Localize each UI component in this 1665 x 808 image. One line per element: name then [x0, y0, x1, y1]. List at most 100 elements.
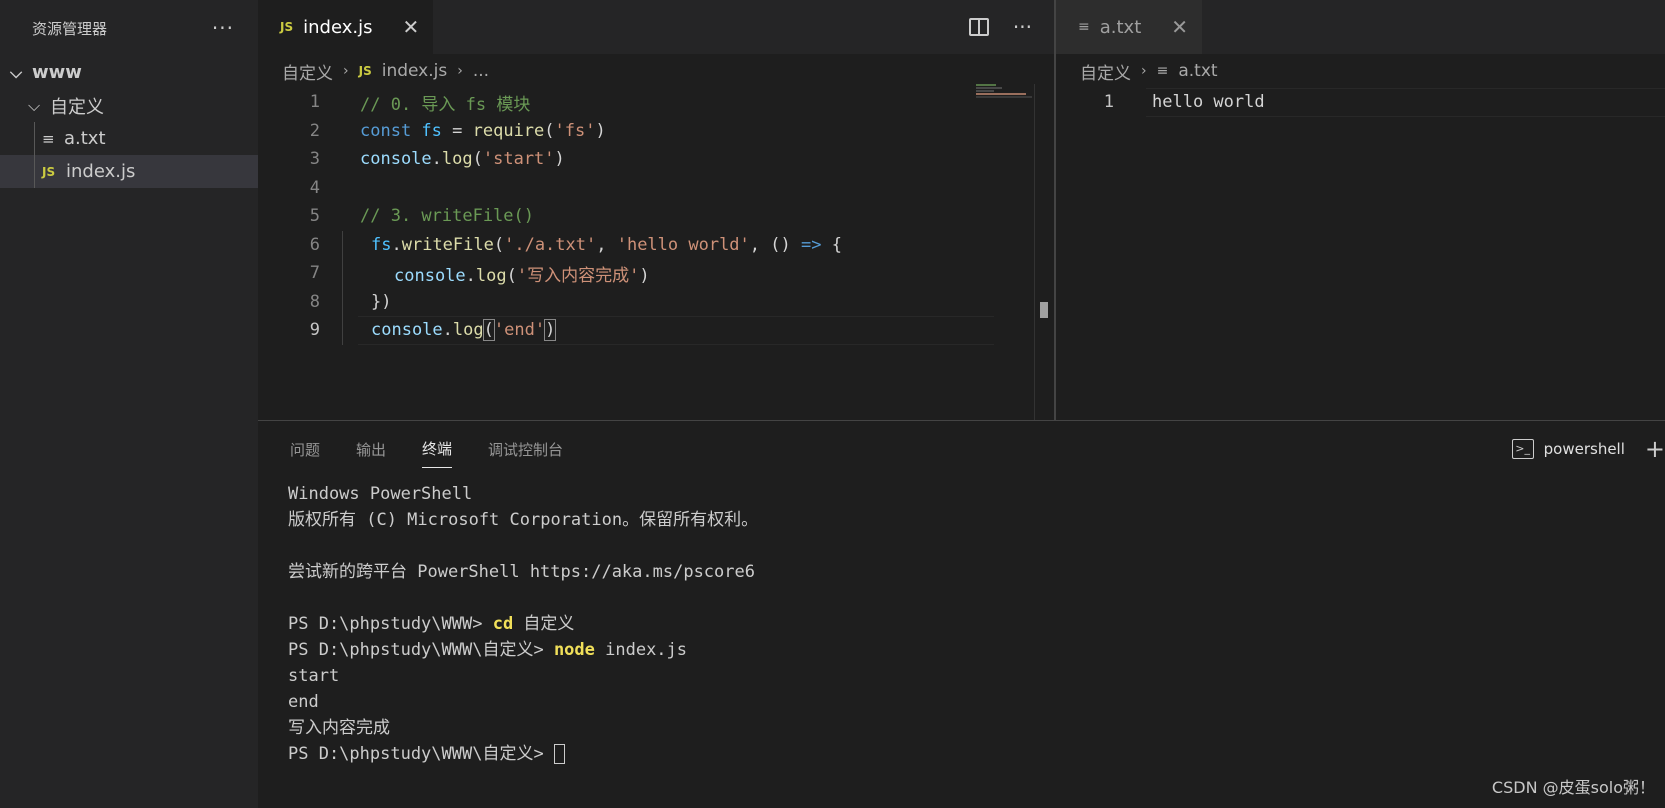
terminal-command: node — [553, 640, 595, 660]
chevron-down-icon: ⌵ — [28, 95, 41, 115]
explorer-sidebar: 资源管理器 ··· ⌵ www ⌵ 自定义 ≡ a.txt JS index.j… — [0, 0, 258, 808]
code-token: , () — [749, 234, 801, 255]
code-line: 1 // 0. 导入 fs 模块 — [258, 88, 1054, 117]
code-token: ( — [506, 265, 517, 286]
tab-output[interactable]: 输出 — [356, 439, 386, 460]
terminal-cursor — [553, 744, 565, 764]
indent-guide — [34, 155, 35, 188]
more-actions-icon[interactable]: ··· — [212, 18, 234, 38]
split-editor-icon[interactable] — [968, 18, 989, 36]
terminal-argument: index.js — [594, 640, 688, 660]
close-icon[interactable]: ✕ — [1171, 15, 1188, 39]
line-number: 4 — [309, 177, 320, 198]
code-token: . — [465, 265, 476, 286]
breadcrumb-folder[interactable]: 自定义 — [1080, 59, 1131, 84]
minimap-line — [976, 90, 994, 92]
code-editor[interactable]: 1 // 0. 导入 fs 模块 2 const fs = require('f… — [258, 88, 1054, 345]
line-number: 2 — [309, 120, 320, 141]
close-icon[interactable]: ✕ — [402, 15, 419, 39]
line-number: 9 — [309, 320, 320, 341]
code-token: . — [431, 149, 442, 170]
code-token: ) — [639, 265, 650, 286]
explorer-title: 资源管理器 — [32, 19, 108, 38]
folder-www[interactable]: ⌵ www — [0, 56, 258, 89]
terminal-line: start — [288, 666, 340, 686]
code-token: 'start' — [482, 149, 555, 170]
terminal-line: PS D:\phpstudy\WWW> cd 自定义 — [288, 611, 1665, 637]
code-token: console — [394, 265, 466, 286]
file-a-txt[interactable]: ≡ a.txt — [0, 122, 258, 155]
terminal-shell-selector[interactable]: powershell — [1544, 440, 1625, 458]
tab-terminal[interactable]: 终端 — [422, 438, 453, 468]
code-token: fs — [411, 120, 442, 141]
js-file-icon: JS — [280, 20, 294, 34]
line-number: 3 — [309, 149, 320, 170]
code-token: , — [596, 234, 617, 255]
tab-index-js[interactable]: JS index.js ✕ — [258, 0, 434, 54]
text-editor[interactable]: 1 hello world — [1056, 88, 1665, 117]
code-token: ) — [595, 120, 606, 141]
panel-tabbar: 问题 输出 终端 调试控制台 >_ powershell + — [258, 421, 1665, 477]
folder-www-label: www — [32, 62, 82, 83]
code-token: ) — [544, 319, 557, 342]
code-token: 'end' — [493, 320, 546, 341]
tab-debug-console[interactable]: 调试控制台 — [488, 439, 563, 460]
breadcrumb-file[interactable]: index.js — [382, 61, 448, 81]
folder-custom[interactable]: ⌵ 自定义 — [0, 89, 258, 122]
code-token: 'fs' — [554, 120, 596, 141]
code-text: const fs = require('fs') — [360, 121, 606, 141]
file-index-js[interactable]: JS index.js — [0, 155, 258, 188]
terminal-argument: 自定义 — [513, 614, 575, 634]
terminal-line: end — [288, 692, 319, 712]
new-terminal-icon[interactable]: + — [1645, 435, 1665, 463]
more-actions-icon[interactable]: ··· — [1013, 15, 1032, 39]
terminal-output[interactable]: Windows PowerShell 版权所有 (C) Microsoft Co… — [258, 477, 1665, 767]
folder-custom-label: 自定义 — [50, 96, 104, 118]
code-text: // 3. writeFile() — [360, 206, 534, 227]
code-line-active: 9 console.log('end') — [258, 316, 1054, 345]
code-text: // 0. 导入 fs 模块 — [360, 94, 531, 115]
code-token: console — [371, 320, 443, 341]
editor-actions: ··· — [968, 0, 1032, 54]
terminal-line: PS D:\phpstudy\WWW\自定义> — [288, 741, 1665, 767]
terminal-prompt: PS D:\phpstudy\WWW\自定义> — [288, 744, 554, 764]
code-text: console.log('end') — [371, 319, 557, 342]
code-line: 3 console.log('start') — [258, 145, 1054, 174]
vertical-scrollbar[interactable] — [1034, 84, 1054, 420]
breadcrumb-file[interactable]: a.txt — [1178, 61, 1217, 81]
breadcrumb-folder[interactable]: 自定义 — [282, 59, 333, 84]
editor-tabbar: ≡ a.txt ✕ — [1056, 0, 1665, 54]
terminal-prompt: PS D:\phpstudy\WWW\自定义> — [288, 640, 554, 660]
breadcrumb-symbol[interactable]: ... — [473, 61, 489, 81]
bottom-panel: 问题 输出 终端 调试控制台 >_ powershell + Windows P… — [258, 420, 1665, 808]
file-a-txt-label: a.txt — [64, 128, 106, 149]
line-number: 6 — [309, 234, 320, 255]
code-token: log — [475, 265, 507, 286]
text-file-icon: ≡ — [42, 129, 55, 148]
minimap[interactable] — [976, 84, 1032, 104]
js-file-icon: JS — [42, 164, 56, 179]
line-number: 5 — [309, 206, 320, 227]
code-token: ) — [554, 149, 565, 170]
breadcrumb: 自定义 › JS index.js › ... — [258, 54, 1054, 88]
code-line: 4 — [258, 174, 1054, 203]
chevron-down-icon: ⌵ — [10, 62, 23, 82]
code-token: { — [821, 234, 842, 255]
tab-a-txt[interactable]: ≡ a.txt ✕ — [1056, 0, 1203, 54]
code-line: 5 // 3. writeFile() — [258, 202, 1054, 231]
code-text: console.log('start') — [360, 149, 565, 169]
code-token: writeFile — [401, 234, 494, 255]
tab-label: a.txt — [1099, 16, 1142, 38]
file-content: hello world — [1152, 92, 1265, 113]
tab-problems[interactable]: 问题 — [290, 439, 320, 460]
code-token: ( — [544, 120, 555, 141]
editor-group-right: ≡ a.txt ✕ 自定义 › ≡ a.txt 1 hello world — [1056, 0, 1665, 420]
code-token: 'hello world' — [616, 234, 750, 255]
chevron-right-icon: › — [457, 63, 463, 79]
explorer-header: 资源管理器 ··· — [0, 0, 258, 56]
code-line: 2 const fs = require('fs') — [258, 117, 1054, 146]
terminal-actions: >_ powershell + — [1511, 421, 1665, 477]
terminal-line: 写入内容完成 — [288, 718, 390, 738]
